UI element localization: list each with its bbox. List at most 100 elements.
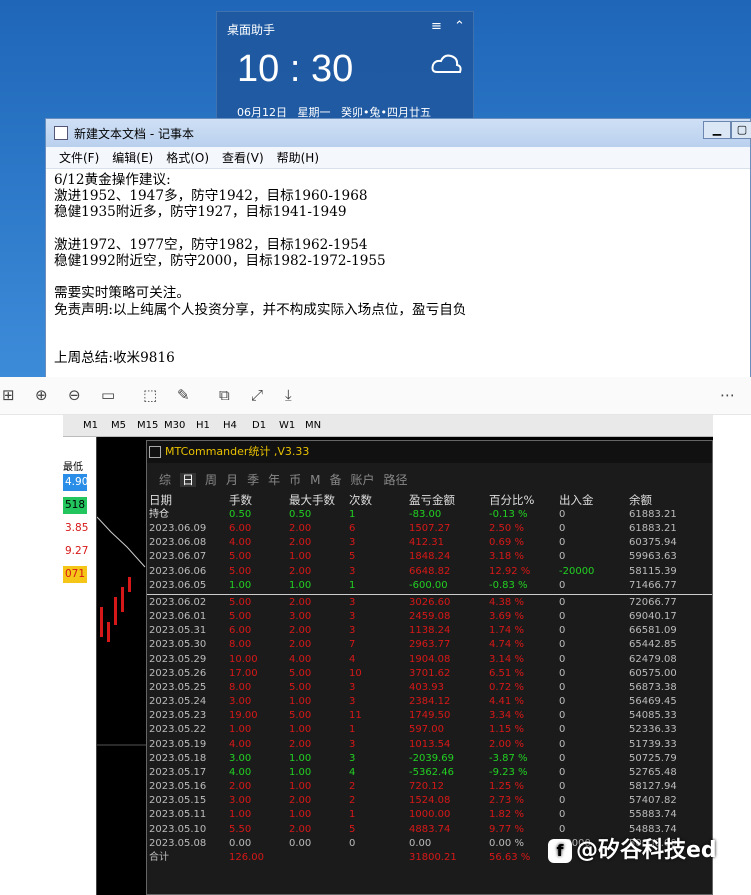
table-cell: 2023.05.25: [149, 681, 207, 693]
toolbar-button-icon[interactable]: ✎: [177, 386, 190, 404]
toolbar-button-icon[interactable]: ⊕: [35, 386, 48, 404]
table-cell: 3.00: [289, 611, 312, 623]
table-cell: 7: [349, 639, 356, 651]
table-cell: 2.00: [289, 596, 312, 608]
toolbar-button-icon[interactable]: ⤓: [285, 386, 292, 404]
table-cell: 8.00: [229, 681, 252, 693]
window-titlebar[interactable]: 新建文本文档 - 记事本 ▁ ▢: [46, 119, 751, 147]
notepad-window[interactable]: 新建文本文档 - 记事本 ▁ ▢ 文件(F) 编辑(E) 格式(O) 查看(V) 帮助(…: [45, 118, 751, 380]
table-cell: 0: [559, 738, 566, 750]
table-cell: -83.00: [409, 509, 442, 520]
table-cell: 1: [349, 724, 356, 736]
table-cell: 5.00: [229, 596, 252, 608]
table-row: 2023.05.22 1.00 1.00 1 597.00 1.15 % 0 52336.33: [147, 723, 712, 737]
toolbar-button-icon[interactable]: ⤢: [251, 386, 263, 404]
table-row: 2023.05.26 17.00 5.00 10 3701.62 6.51 % 0 60575…: [147, 667, 712, 681]
timeframe-button[interactable]: M1: [83, 415, 98, 437]
window-title: 新建文本文档 - 记事本: [74, 127, 194, 141]
toolbar-button-icon[interactable]: ⬚: [143, 386, 157, 404]
column-header: 手数: [229, 493, 252, 507]
panel-title: MTCommander统计 ,V3.33: [147, 441, 712, 463]
notepad-icon: [54, 126, 68, 140]
toolbar-button-icon[interactable]: ⋯: [720, 386, 735, 404]
table-cell: 51739.33: [629, 738, 677, 750]
table-cell: 2023.05.17: [149, 766, 207, 778]
close-box-icon[interactable]: [149, 446, 161, 458]
candle: [128, 577, 131, 592]
table-cell: 3: [349, 596, 356, 608]
maximize-button[interactable]: ▢: [731, 121, 751, 139]
stat-tab[interactable]: 路径: [384, 473, 408, 487]
timeframe-button[interactable]: H4: [223, 415, 237, 437]
timeframe-button[interactable]: H1: [196, 415, 210, 437]
table-row: 2023.05.11 1.00 1.00 1 1000.00 1.82 % 0 55883.7…: [147, 808, 712, 822]
timeframe-button[interactable]: M30: [164, 415, 185, 437]
table-cell: 3: [349, 625, 356, 637]
stat-tab[interactable]: 日: [180, 473, 197, 487]
column-header: 最大手数: [289, 493, 335, 507]
mt4-terminal: M1 M5 M15 M30 H1 H4 D1 W1 MN 最低 4.90 518 3.85 9.27 0…: [63, 415, 713, 895]
table-cell: 3.34 %: [489, 710, 524, 722]
stat-tab[interactable]: 周: [205, 473, 217, 487]
toolbar-button-icon[interactable]: ⧉: [219, 386, 230, 404]
table-cell: 1: [349, 579, 356, 591]
stat-tab[interactable]: 季: [247, 473, 259, 487]
table-cell: 持仓: [149, 509, 169, 520]
timeframe-button[interactable]: M15: [137, 415, 158, 437]
stat-tab[interactable]: 币: [289, 473, 301, 487]
document-text[interactable]: 6/12黄金操作建议: 激进1952、1947多，防守1942，目标1960-1…: [46, 169, 750, 369]
table-row: 2023.05.24 3.00 1.00 3 2384.12 4.41 % 0 56469.4…: [147, 695, 712, 709]
timeframe-button[interactable]: M5: [111, 415, 126, 437]
table-cell: 17.00: [229, 667, 258, 679]
stat-tab[interactable]: 月: [226, 473, 238, 487]
toolbar-button-icon[interactable]: ⊞: [2, 386, 15, 404]
table-cell: 56.63 %: [489, 851, 531, 863]
stat-tab[interactable]: 年: [268, 473, 280, 487]
table-cell: 1749.50: [409, 710, 451, 722]
table-row: 2023.05.30 8.00 2.00 7 2963.77 4.74 % 0 65442.8…: [147, 638, 712, 652]
table-cell: 2023.05.08: [149, 837, 207, 849]
timeframe-button[interactable]: W1: [279, 415, 295, 437]
table-cell: 2: [349, 795, 356, 807]
table-cell: 1.15 %: [489, 724, 524, 736]
menu-item[interactable]: 格式(O): [166, 151, 209, 165]
table-cell: 0: [559, 696, 566, 708]
menu-item[interactable]: 编辑(E): [112, 151, 153, 165]
stat-tab[interactable]: 账户: [350, 473, 374, 487]
timeframe-button[interactable]: D1: [252, 415, 266, 437]
menu-icon[interactable]: ≡: [431, 19, 442, 34]
desktop-clock-widget: 桌面助手 ≡ ⌃ 10 : 30 06月12日 星期一 癸卯•兔•四月廿五: [216, 11, 474, 119]
table-cell: 0.50: [289, 509, 312, 520]
timeframe-button[interactable]: MN: [305, 415, 321, 437]
toolbar-button-icon[interactable]: ⊖: [68, 386, 81, 404]
table-cell: 8.00: [229, 639, 252, 651]
menu-item[interactable]: 查看(V): [222, 151, 264, 165]
toolbar-button-icon[interactable]: ▭: [101, 386, 115, 404]
table-cell: 0: [559, 551, 566, 563]
collapse-icon[interactable]: ⌃: [454, 19, 465, 34]
table-cell: 3: [349, 752, 356, 764]
table-cell: 2.00: [289, 795, 312, 807]
menu-item[interactable]: 帮助(H): [277, 151, 319, 165]
table-cell: 71466.77: [629, 579, 677, 591]
table-cell: 0.00 %: [489, 837, 524, 849]
table-cell: 5.00: [289, 667, 312, 679]
table-cell: 10: [349, 667, 362, 679]
table-cell: -600.00: [409, 579, 448, 591]
stat-tab[interactable]: M: [310, 473, 320, 487]
stat-tab[interactable]: 综: [159, 473, 171, 487]
table-row: 2023.05.29 10.00 4.00 4 1904.08 3.14 % 0 62479.…: [147, 653, 712, 667]
minimize-button[interactable]: ▁: [703, 121, 731, 139]
menu-item[interactable]: 文件(F): [59, 151, 99, 165]
table-cell: 0: [559, 596, 566, 608]
table-cell: 1.00: [289, 579, 312, 591]
table-cell: 1: [349, 509, 356, 520]
table-cell: 2.73 %: [489, 795, 524, 807]
table-cell: 126.00: [229, 851, 264, 863]
table-cell: 3.14 %: [489, 653, 524, 665]
stat-tab[interactable]: 备: [329, 473, 341, 487]
price-chart: [96, 437, 147, 895]
table-cell: 6.51 %: [489, 667, 524, 679]
column-header: 次数: [349, 493, 372, 507]
table-cell: 5: [349, 551, 356, 563]
